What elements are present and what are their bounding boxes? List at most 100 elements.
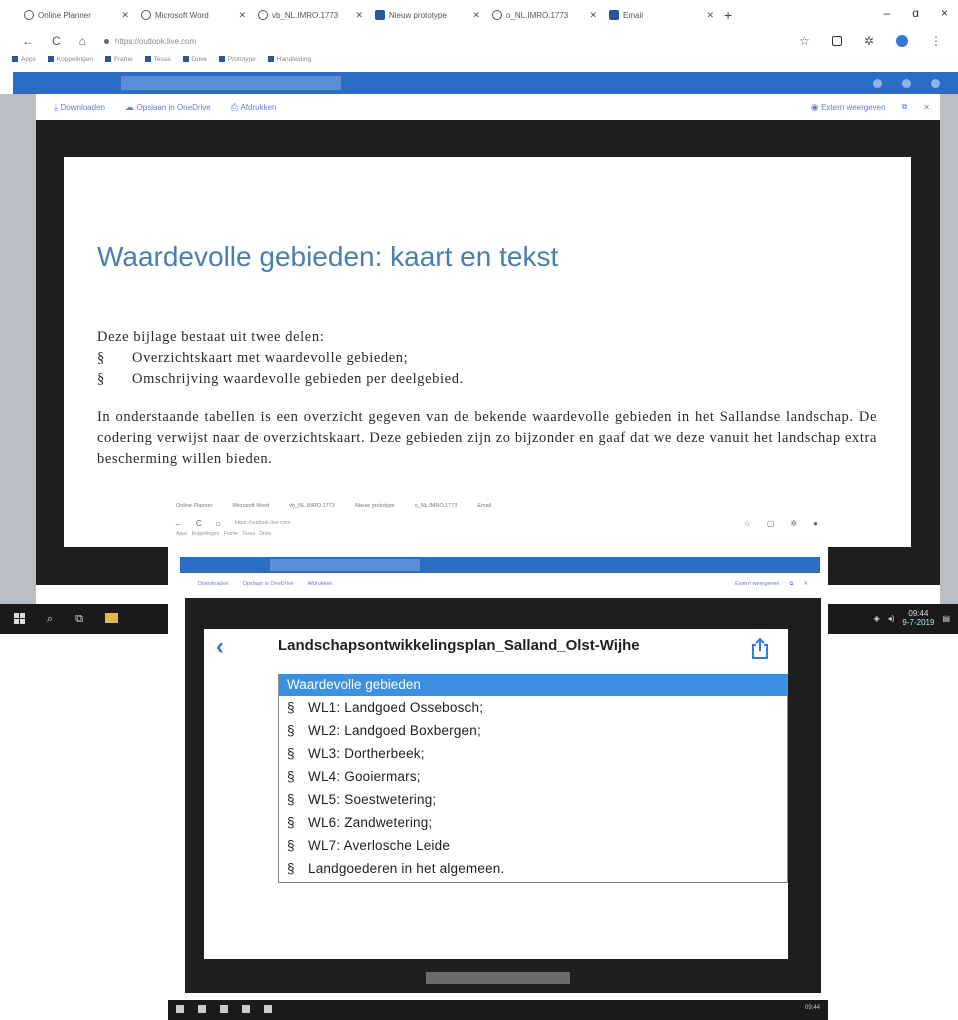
tab-label: Email xyxy=(623,10,644,20)
close-viewer-icon[interactable]: ✕ xyxy=(803,581,808,588)
table-row: § Landgoederen in het algemeen. xyxy=(279,857,787,880)
document-body: Deze bijlage bestaat uit twee delen: § Ov… xyxy=(97,327,877,470)
open-external-button[interactable]: ◉ Extern weergeven xyxy=(811,102,886,113)
browser-tab[interactable]: Nieuw prototype ✕ xyxy=(369,4,486,26)
nested-tab[interactable]: Microsoft Word xyxy=(232,503,269,509)
print-button[interactable]: ⎙ Afdrukken xyxy=(231,102,277,113)
bookmark-item[interactable]: Tessa xyxy=(144,56,171,63)
help-icon[interactable] xyxy=(873,78,882,88)
extension-icon[interactable]: ✲ xyxy=(864,34,874,48)
back-arrow-icon[interactable]: ← xyxy=(22,34,34,48)
tab-close-icon[interactable]: ✕ xyxy=(121,10,129,21)
home-icon[interactable]: ⌂ xyxy=(216,519,221,528)
bullet-item: § Omschrijving waardevolle gebieden per d… xyxy=(97,369,877,390)
tab-close-icon[interactable]: ✕ xyxy=(355,10,363,21)
clock-time: 09:44 xyxy=(908,609,929,618)
nested-tab[interactable]: Online Planner xyxy=(176,503,212,509)
profile-avatar[interactable]: ● xyxy=(813,519,818,528)
profile-avatar[interactable] xyxy=(896,35,908,47)
browser-tab[interactable]: vb_NL.IMRO.1773 ✕ xyxy=(252,4,369,26)
nested-url[interactable]: https://outlook.live.com xyxy=(235,520,730,526)
new-tab-button[interactable]: + xyxy=(724,7,732,23)
bullet-item: § Overzichtskaart met waardevolle gebiede… xyxy=(97,348,877,369)
popout-icon[interactable]: ⧉ xyxy=(902,102,908,112)
table-row: § WL7: Averlosche Leide xyxy=(279,834,787,857)
nested-clock[interactable]: 09:44 xyxy=(805,1005,820,1011)
address-bar: ← C ⌂ https://outlook.live.com ☆ ✲ ⋮ xyxy=(0,30,958,52)
intro-text: Deze bijlage bestaat uit twee delen: xyxy=(97,329,325,345)
browser-tab[interactable]: Email ✕ xyxy=(603,4,720,26)
search-icon[interactable]: ⌕ xyxy=(47,613,53,626)
cast-icon[interactable]: ▢ xyxy=(767,519,775,528)
search-icon[interactable] xyxy=(198,1005,206,1013)
maximize-button[interactable]: ɑ xyxy=(912,6,919,20)
home-icon[interactable]: ⌂ xyxy=(79,34,86,48)
network-icon[interactable]: ◈ xyxy=(874,614,880,623)
section-mark: § xyxy=(97,371,105,387)
section-mark: § xyxy=(287,723,295,738)
app-header-icons xyxy=(873,78,940,88)
tab-close-icon[interactable]: ✕ xyxy=(589,10,597,21)
chrome-icon[interactable] xyxy=(264,1005,272,1013)
close-viewer-icon[interactable]: ✕ xyxy=(923,103,930,112)
minimize-button[interactable]: – xyxy=(884,6,891,20)
reload-icon[interactable]: C xyxy=(196,519,202,528)
nested-tab[interactable]: o_NL.IMRO.1773 xyxy=(415,503,458,509)
print-button[interactable]: Afdrukken xyxy=(308,581,333,587)
tab-label: o_NL.IMRO.1773 xyxy=(506,10,569,20)
nested-app-header xyxy=(180,557,820,573)
page-scrubber[interactable] xyxy=(426,972,570,984)
open-external-button[interactable]: Extern weergeven xyxy=(735,581,779,588)
tab-close-icon[interactable]: ✕ xyxy=(706,10,714,21)
bookmark-item[interactable]: Frame xyxy=(104,56,133,63)
back-chevron-icon[interactable]: ‹ xyxy=(216,633,224,661)
nested-bookmarks-bar: Apps Koppelingen Frame Tessa Drive xyxy=(176,531,271,537)
save-to-onedrive-button[interactable]: Opslaan in OneDrive xyxy=(243,581,294,587)
browser-tab[interactable]: o_NL.IMRO.1773 ✕ xyxy=(486,4,603,26)
nested-tab[interactable]: Nieuw prototype xyxy=(355,503,395,509)
url-input[interactable]: https://outlook.live.com xyxy=(103,33,781,49)
browser-tab[interactable]: Online Planner ✕ xyxy=(18,4,135,26)
task-view-icon[interactable]: ⧉ xyxy=(75,613,83,626)
bookmark-item[interactable]: Prototype xyxy=(218,55,256,63)
tab-close-icon[interactable]: ✕ xyxy=(238,10,246,21)
bookmark-icon xyxy=(218,55,225,62)
browser-tab[interactable]: Microsoft Word ✕ xyxy=(135,4,252,26)
file-explorer-icon[interactable] xyxy=(105,613,119,623)
bookmark-item[interactable]: Koppelingen xyxy=(47,56,93,63)
extension-icon[interactable]: ✲ xyxy=(790,519,797,528)
row-text: WL6: Zandwetering; xyxy=(308,815,433,830)
volume-icon[interactable]: ◂) xyxy=(888,614,895,623)
bookmark-item[interactable]: Drive xyxy=(182,56,207,63)
save-to-onedrive-button[interactable]: ☁ Opslaan in OneDrive xyxy=(125,102,211,113)
close-window-button[interactable]: × xyxy=(941,6,948,20)
app-search-input[interactable] xyxy=(121,76,341,90)
popout-icon[interactable]: ⧉ xyxy=(789,581,793,588)
system-tray: ◈ ◂) 09:44 9-7-2019 ▤ xyxy=(874,609,950,627)
bookmark-item[interactable]: Apps xyxy=(12,56,36,63)
notification-icon[interactable]: ▤ xyxy=(942,614,950,623)
user-avatar[interactable] xyxy=(931,78,940,88)
download-button[interactable]: ⤓ Downloaden xyxy=(54,102,105,113)
windows-start-icon[interactable] xyxy=(14,613,25,624)
nested-search-input[interactable] xyxy=(270,559,420,571)
taskbar-clock[interactable]: 09:44 9-7-2019 xyxy=(902,609,934,627)
file-explorer-icon[interactable] xyxy=(242,1005,250,1013)
nested-tab[interactable]: Email xyxy=(477,503,491,509)
windows-start-icon[interactable] xyxy=(176,1005,184,1013)
nested-document-page: ‹ Landschapsontwikkelingsplan_Salland_Ol… xyxy=(204,629,788,959)
share-icon[interactable] xyxy=(750,637,770,659)
bookmark-star-icon[interactable]: ☆ xyxy=(744,519,751,528)
bookmark-item[interactable]: Handleiding xyxy=(267,56,311,63)
settings-icon[interactable] xyxy=(902,78,911,88)
menu-kebab-icon[interactable]: ⋮ xyxy=(930,34,942,48)
bookmark-star-icon[interactable]: ☆ xyxy=(799,34,810,48)
tab-label: Nieuw prototype xyxy=(389,10,447,20)
nested-tab[interactable]: vb_NL.IMRO.1773 xyxy=(289,503,335,509)
cast-icon[interactable] xyxy=(831,36,842,46)
reload-icon[interactable]: C xyxy=(52,34,61,48)
tab-close-icon[interactable]: ✕ xyxy=(472,10,480,21)
back-arrow-icon[interactable]: ← xyxy=(174,519,182,528)
download-button[interactable]: Downloaden xyxy=(198,581,229,587)
task-view-icon[interactable] xyxy=(220,1005,228,1013)
